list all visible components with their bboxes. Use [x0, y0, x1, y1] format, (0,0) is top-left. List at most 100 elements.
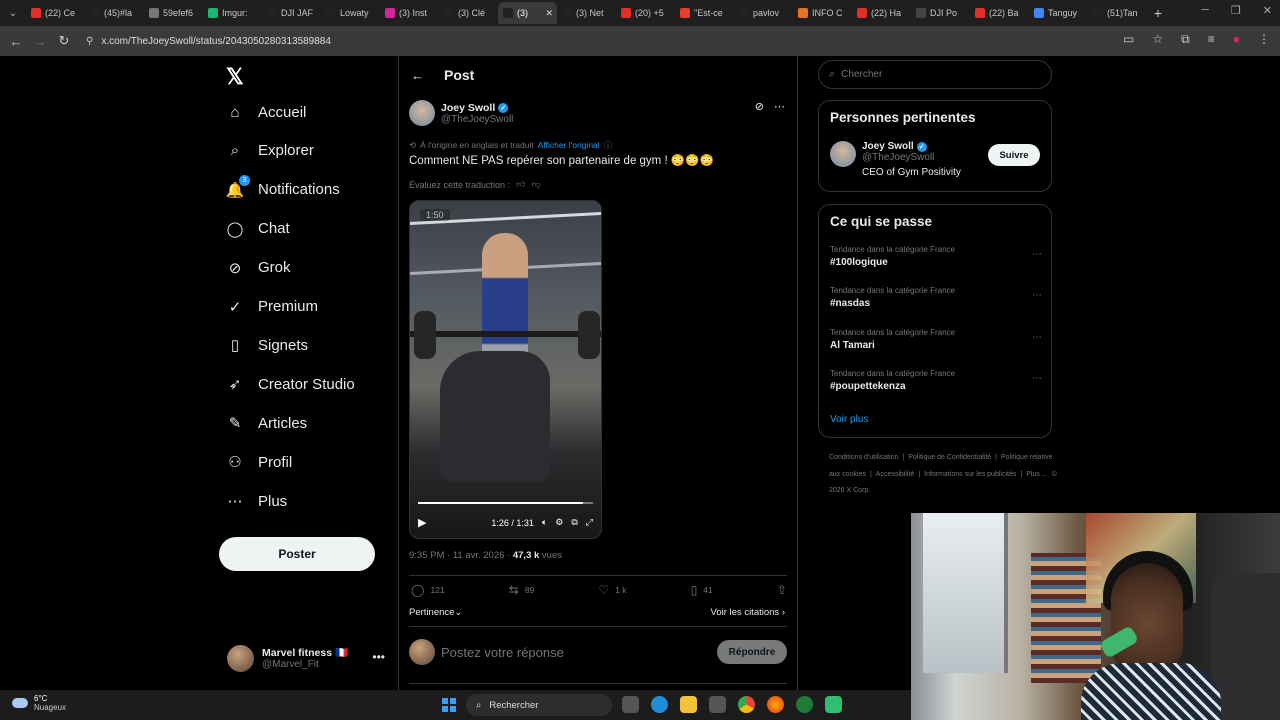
- weather-widget[interactable]: 6°C Nuageux: [12, 694, 66, 712]
- relevant-person[interactable]: Joey Swoll ✓ @TheJoeySwoll CEO of Gym Pos…: [830, 141, 961, 178]
- fullscreen-icon[interactable]: ⤢: [586, 517, 593, 528]
- reply-button[interactable]: Répondre: [717, 640, 787, 664]
- xbox-icon[interactable]: [796, 696, 813, 713]
- follow-button[interactable]: Suivre: [988, 144, 1040, 166]
- browser-tab[interactable]: DJI Po: [911, 2, 970, 24]
- profile-icon[interactable]: ●: [1233, 32, 1240, 47]
- task-view-icon[interactable]: [622, 696, 639, 713]
- site-info-icon[interactable]: ⚲: [86, 36, 93, 47]
- sidebar-item-explorer[interactable]: ⌕ Explorer: [226, 142, 314, 160]
- trend-more-icon[interactable]: ⋯: [1032, 290, 1042, 301]
- browser-tab[interactable]: (22) Ba: [970, 2, 1029, 24]
- browser-tab[interactable]: Lowaty: [321, 2, 380, 24]
- browser-tab[interactable]: 59efef6: [144, 2, 203, 24]
- bookmark-action[interactable]: ▯ 41: [691, 583, 713, 597]
- share-action[interactable]: ⇧: [777, 583, 787, 597]
- browser-tab[interactable]: (51)Tan: [1088, 2, 1147, 24]
- account-switcher[interactable]: Marvel fitness 🇫🇷 @Marvel_Fit •••: [227, 642, 392, 674]
- reply-input[interactable]: [441, 644, 701, 660]
- footer-link[interactable]: Plus ...: [1026, 471, 1047, 478]
- start-button[interactable]: [442, 698, 456, 712]
- pip-icon[interactable]: ⧉: [571, 517, 577, 528]
- person-name[interactable]: Joey Swoll: [862, 141, 914, 152]
- game-app-icon[interactable]: [825, 696, 842, 713]
- trend-more-icon[interactable]: ⋯: [1032, 332, 1042, 343]
- forward-button[interactable]: →: [28, 34, 52, 49]
- footer-link[interactable]: Accessibilité: [876, 471, 915, 478]
- edge-icon[interactable]: [651, 696, 668, 713]
- back-arrow-icon[interactable]: ←: [411, 68, 424, 83]
- firefox-icon[interactable]: [767, 696, 784, 713]
- sidebar-item-creator-studio[interactable]: ➶ Creator Studio: [226, 375, 355, 394]
- author-handle[interactable]: @TheJoeySwoll: [441, 114, 513, 125]
- browser-tab[interactable]: pavlov: [734, 2, 793, 24]
- author-name[interactable]: Joey Swoll: [441, 102, 495, 114]
- store-icon[interactable]: [709, 696, 726, 713]
- trend-more-icon[interactable]: ⋯: [1032, 249, 1042, 260]
- trend-item[interactable]: Tendance dans la catégorie France #100log…: [830, 245, 1042, 268]
- browser-tab[interactable]: (3) Net: [557, 2, 616, 24]
- maximize-button[interactable]: ❐: [1231, 4, 1241, 17]
- address-bar[interactable]: ⚲ x.com/TheJoeySwoll/status/204305028031…: [80, 30, 1100, 52]
- post-button[interactable]: Poster: [219, 537, 375, 571]
- browser-tab[interactable]: (45)#la: [85, 2, 144, 24]
- file-explorer-icon[interactable]: [680, 696, 697, 713]
- trend-item[interactable]: Tendance dans la catégorie France #poupet…: [830, 369, 1042, 392]
- tab-search-dropdown[interactable]: ⌄: [0, 0, 26, 26]
- browser-tab[interactable]: (3) Inst: [380, 2, 439, 24]
- close-tab-icon[interactable]: ✕: [545, 8, 553, 19]
- post-time[interactable]: 9:35 PM · 11 avr. 2026 ·: [409, 550, 510, 561]
- reload-button[interactable]: ↻: [52, 33, 76, 49]
- browser-tab[interactable]: "Est-ce: [675, 2, 734, 24]
- grok-icon[interactable]: ⊘: [755, 100, 764, 113]
- browser-tab[interactable]: (3) ✕: [498, 2, 557, 24]
- footer-link[interactable]: Conditions d'utilisation: [829, 454, 898, 461]
- volume-icon[interactable]: 🔈︎: [542, 517, 547, 528]
- info-icon[interactable]: ⓘ: [604, 139, 613, 151]
- cast-icon[interactable]: ▭: [1123, 32, 1134, 47]
- browser-tab[interactable]: DJI JAF: [262, 2, 321, 24]
- show-original-link[interactable]: Afficher l'original: [538, 140, 600, 150]
- minimize-button[interactable]: ─: [1201, 4, 1209, 17]
- person-handle[interactable]: @TheJoeySwoll: [862, 152, 961, 163]
- back-button[interactable]: ←: [4, 34, 28, 49]
- sidebar-item-profil[interactable]: ⚇ Profil: [226, 453, 292, 472]
- taskbar-search[interactable]: ⌕ Rechercher: [466, 694, 612, 716]
- browser-tab[interactable]: INFO C: [793, 2, 852, 24]
- see-more-link[interactable]: Voir plus: [830, 414, 868, 425]
- browser-tab[interactable]: (20) +5: [616, 2, 675, 24]
- sort-replies[interactable]: Pertinence⌄: [409, 607, 462, 618]
- new-tab-button[interactable]: +: [1147, 5, 1169, 21]
- footer-link[interactable]: Politique de Confidentialité: [908, 454, 991, 461]
- close-window-button[interactable]: ✕: [1263, 4, 1272, 17]
- like-action[interactable]: ♡ 1 k: [598, 583, 626, 597]
- author-avatar[interactable]: [409, 100, 435, 126]
- reply-action[interactable]: ◯ 121: [411, 583, 445, 597]
- media-icon[interactable]: ≡: [1208, 32, 1215, 47]
- browser-tab[interactable]: (3) Clé: [439, 2, 498, 24]
- thumbs-down-icon[interactable]: 👎︎: [531, 179, 540, 190]
- view-quotes-link[interactable]: Voir les citations ›: [711, 607, 785, 618]
- sidebar-item-articles[interactable]: ✎ Articles: [226, 414, 307, 433]
- browser-tab[interactable]: (22) Ce: [26, 2, 85, 24]
- sidebar-item-accueil[interactable]: ⌂ Accueil: [226, 103, 306, 121]
- menu-icon[interactable]: ⋮: [1258, 32, 1270, 47]
- play-icon[interactable]: ▶: [418, 516, 426, 529]
- sidebar-item-plus[interactable]: ⋯ Plus: [226, 492, 288, 511]
- post-author[interactable]: Joey Swoll ✓ @TheJoeySwoll: [409, 100, 513, 126]
- star-icon[interactable]: ☆: [1152, 32, 1163, 47]
- trend-more-icon[interactable]: ⋯: [1032, 373, 1042, 384]
- sidebar-item-grok[interactable]: ⊘ Grok: [226, 259, 291, 277]
- sidebar-item-notifications[interactable]: 🔔 3 Notifications: [226, 174, 340, 199]
- video-player[interactable]: 1:50 ▶ 1:26 / 1:31 🔈︎ ⚙ ⧉ ⤢: [409, 200, 602, 539]
- extensions-icon[interactable]: ⧉: [1181, 32, 1190, 47]
- browser-tab[interactable]: Imgur:: [203, 2, 262, 24]
- settings-icon[interactable]: ⚙: [555, 517, 563, 528]
- search-input[interactable]: [841, 69, 1032, 80]
- video-progress-bar[interactable]: [418, 502, 593, 504]
- repost-action[interactable]: ⇆ 89: [509, 583, 535, 597]
- more-icon[interactable]: •••: [372, 650, 385, 664]
- trend-item[interactable]: Tendance dans la catégorie France #nasdas…: [830, 286, 1042, 309]
- sidebar-item-premium[interactable]: ✓ Premium: [226, 298, 318, 316]
- footer-link[interactable]: Informations sur les publicités: [924, 471, 1016, 478]
